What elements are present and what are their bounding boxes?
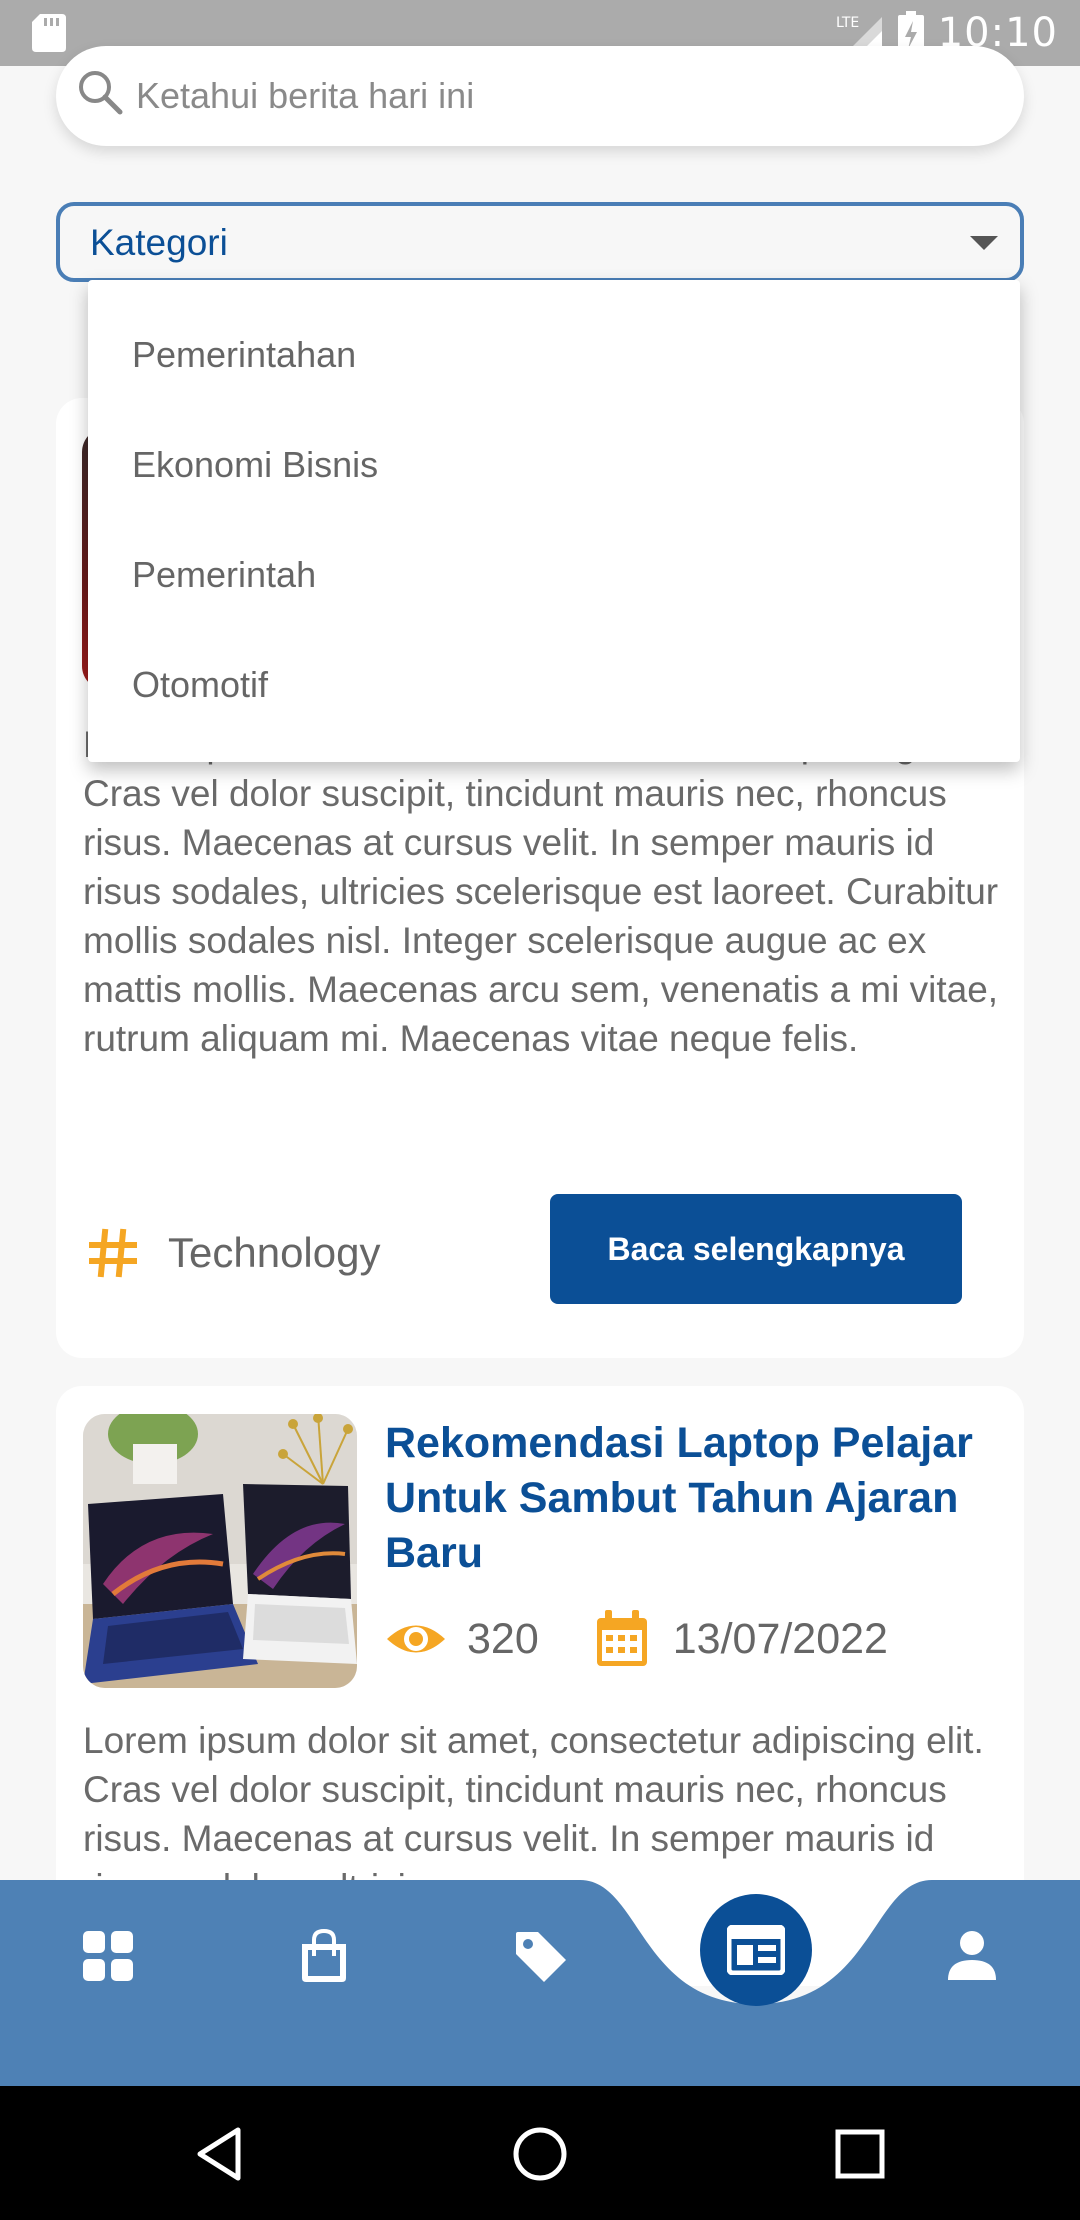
- dropdown-option[interactable]: Pemerintahan: [88, 300, 1020, 410]
- svg-text:LTE: LTE: [836, 15, 859, 31]
- dropdown-option[interactable]: Pemerintah: [88, 520, 1020, 630]
- news-icon: [727, 1925, 785, 1975]
- article-meta: 320 13/07/2022: [385, 1608, 888, 1670]
- profile-icon[interactable]: [944, 1928, 1000, 1984]
- tag-label: Technology: [168, 1229, 381, 1276]
- dropdown-arrow-icon: [970, 236, 998, 250]
- system-navigation-bar: [0, 2086, 1080, 2220]
- calendar-icon: [596, 1610, 647, 1666]
- home-icon[interactable]: [510, 2124, 570, 2184]
- dropdown-option[interactable]: Otomotif: [88, 630, 1020, 740]
- article-title[interactable]: Rekomendasi Laptop Pelajar Untuk Sambut …: [385, 1416, 1005, 1581]
- tag-icon[interactable]: [512, 1928, 568, 1984]
- laptop-photo: [83, 1414, 357, 1688]
- category-label: Kategori: [90, 222, 228, 263]
- category-dropdown-menu: Pemerintahan Ekonomi Bisnis Pemerintah O…: [88, 280, 1020, 762]
- sd-card-icon: [32, 14, 66, 52]
- search-input[interactable]: [136, 66, 996, 126]
- view-count: 320: [467, 1614, 539, 1663]
- article-date: 13/07/2022: [672, 1614, 888, 1663]
- hashtag-icon: [89, 1228, 137, 1278]
- dashboard-icon[interactable]: [80, 1928, 136, 1984]
- eye-icon: [387, 1625, 445, 1653]
- search-bar[interactable]: [56, 46, 1024, 146]
- news-tab-button[interactable]: [700, 1894, 812, 2006]
- article-body: Lorem ipsum dolor sit amet, consectetur …: [83, 724, 999, 1059]
- article-thumbnail: [83, 1414, 357, 1688]
- shopping-bag-icon[interactable]: [296, 1928, 352, 1984]
- bottom-navigation: [0, 1880, 1080, 2086]
- read-more-button[interactable]: Baca selengkapnya: [550, 1194, 962, 1304]
- search-icon: [79, 71, 123, 115]
- article-tag: Technology: [88, 1228, 380, 1278]
- back-icon[interactable]: [190, 2124, 250, 2184]
- dropdown-option[interactable]: Ekonomi Bisnis: [88, 410, 1020, 520]
- recents-icon[interactable]: [830, 2124, 890, 2184]
- category-dropdown[interactable]: Kategori: [56, 202, 1024, 282]
